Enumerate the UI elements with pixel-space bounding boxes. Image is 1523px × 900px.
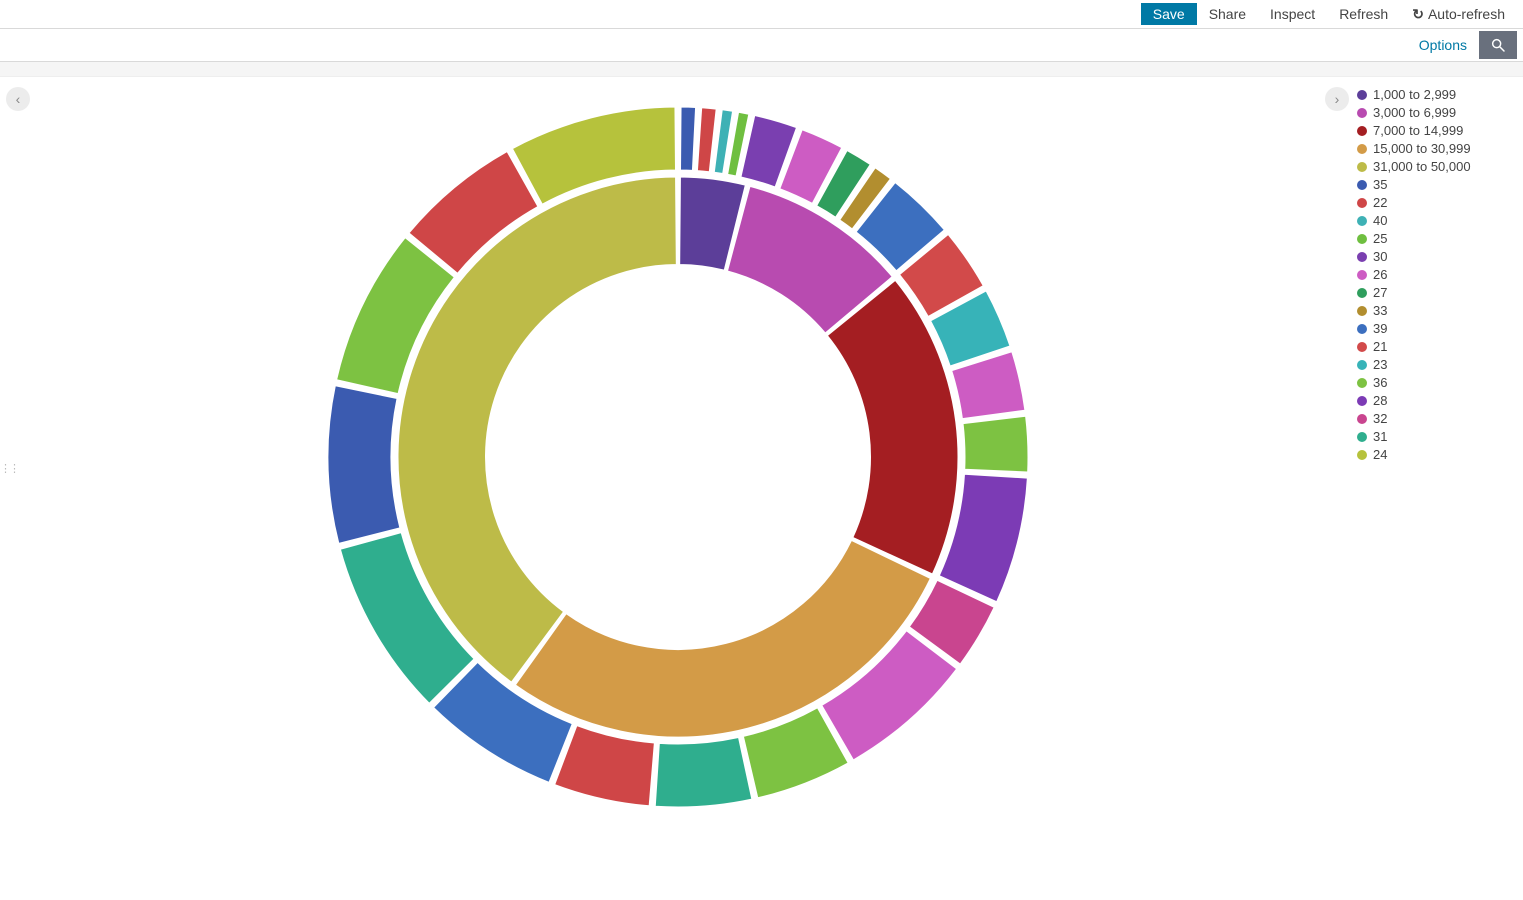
legend-item[interactable]: 35 <box>1357 177 1517 192</box>
chart-slice[interactable] <box>328 386 400 544</box>
search-icon <box>1490 37 1506 53</box>
legend-swatch <box>1357 126 1367 136</box>
legend-swatch <box>1357 450 1367 460</box>
legend-item[interactable]: 7,000 to 14,999 <box>1357 123 1517 138</box>
sub-toolbar: Options <box>0 29 1523 62</box>
legend-swatch <box>1357 432 1367 442</box>
legend-swatch <box>1357 396 1367 406</box>
legend-swatch <box>1357 306 1367 316</box>
legend-swatch <box>1357 414 1367 424</box>
legend-item[interactable]: 40 <box>1357 213 1517 228</box>
legend-item[interactable]: 36 <box>1357 375 1517 390</box>
legend-item[interactable]: 26 <box>1357 267 1517 282</box>
legend-label: 1,000 to 2,999 <box>1373 87 1456 102</box>
chart-next-button[interactable]: › <box>1325 87 1349 111</box>
legend-swatch <box>1357 378 1367 388</box>
legend-item[interactable]: 25 <box>1357 231 1517 246</box>
legend-label: 35 <box>1373 177 1387 192</box>
legend-item[interactable]: 21 <box>1357 339 1517 354</box>
chart-legend: 1,000 to 2,999 3,000 to 6,999 7,000 to 14,… <box>1349 87 1517 847</box>
legend-swatch <box>1357 108 1367 118</box>
legend-swatch <box>1357 162 1367 172</box>
legend-swatch <box>1357 252 1367 262</box>
legend-swatch <box>1357 288 1367 298</box>
top-toolbar: Save Share Inspect Refresh ↻Auto-refresh <box>0 0 1523 29</box>
chart-slice[interactable] <box>680 107 695 170</box>
refresh-button[interactable]: Refresh <box>1327 3 1400 25</box>
legend-swatch <box>1357 90 1367 100</box>
legend-item[interactable]: 32 <box>1357 411 1517 426</box>
legend-label: 39 <box>1373 321 1387 336</box>
legend-swatch <box>1357 270 1367 280</box>
inspect-button[interactable]: Inspect <box>1258 3 1327 25</box>
legend-label: 31,000 to 50,000 <box>1373 159 1471 174</box>
legend-item[interactable]: 27 <box>1357 285 1517 300</box>
legend-label: 27 <box>1373 285 1387 300</box>
auto-refresh-button[interactable]: ↻Auto-refresh <box>1400 3 1517 26</box>
legend-label: 22 <box>1373 195 1387 210</box>
save-button[interactable]: Save <box>1141 3 1197 25</box>
legend-swatch <box>1357 342 1367 352</box>
legend-item[interactable]: 31,000 to 50,000 <box>1357 159 1517 174</box>
legend-item[interactable]: 23 <box>1357 357 1517 372</box>
refresh-icon: ↻ <box>1412 6 1424 22</box>
legend-item[interactable]: 22 <box>1357 195 1517 210</box>
legend-label: 26 <box>1373 267 1387 282</box>
legend-label: 28 <box>1373 393 1387 408</box>
legend-label: 25 <box>1373 231 1387 246</box>
legend-label: 7,000 to 14,999 <box>1373 123 1463 138</box>
legend-label: 23 <box>1373 357 1387 372</box>
donut-chart[interactable] <box>30 87 1325 847</box>
options-button[interactable]: Options <box>1407 37 1479 53</box>
share-button[interactable]: Share <box>1197 3 1258 25</box>
legend-swatch <box>1357 198 1367 208</box>
search-button[interactable] <box>1479 31 1517 59</box>
chart-slice[interactable] <box>697 108 716 172</box>
chevron-left-icon: ‹ <box>16 91 21 107</box>
legend-item[interactable]: 28 <box>1357 393 1517 408</box>
legend-swatch <box>1357 234 1367 244</box>
legend-label: 24 <box>1373 447 1387 462</box>
filter-bar-placeholder <box>0 62 1523 77</box>
chart-slice[interactable] <box>554 726 654 806</box>
legend-swatch <box>1357 360 1367 370</box>
chart-slice[interactable] <box>655 738 752 807</box>
legend-item[interactable]: 31 <box>1357 429 1517 444</box>
legend-item[interactable]: 33 <box>1357 303 1517 318</box>
legend-label: 31 <box>1373 429 1387 444</box>
legend-label: 30 <box>1373 249 1387 264</box>
legend-label: 40 <box>1373 213 1387 228</box>
legend-item[interactable]: 24 <box>1357 447 1517 462</box>
legend-label: 36 <box>1373 375 1387 390</box>
drag-handle-icon[interactable]: ⋮⋮ <box>0 462 18 475</box>
legend-item[interactable]: 3,000 to 6,999 <box>1357 105 1517 120</box>
legend-swatch <box>1357 180 1367 190</box>
legend-swatch <box>1357 324 1367 334</box>
legend-item[interactable]: 30 <box>1357 249 1517 264</box>
legend-item[interactable]: 1,000 to 2,999 <box>1357 87 1517 102</box>
visualization-area: ⋮⋮ ‹ › 1,000 to 2,999 3,000 to 6,999 7,000… <box>0 77 1523 847</box>
legend-label: 15,000 to 30,999 <box>1373 141 1471 156</box>
legend-label: 32 <box>1373 411 1387 426</box>
auto-refresh-label: Auto-refresh <box>1428 6 1505 22</box>
legend-swatch <box>1357 216 1367 226</box>
legend-item[interactable]: 15,000 to 30,999 <box>1357 141 1517 156</box>
chart-prev-button[interactable]: ‹ <box>6 87 30 111</box>
legend-item[interactable]: 39 <box>1357 321 1517 336</box>
legend-label: 21 <box>1373 339 1387 354</box>
legend-swatch <box>1357 144 1367 154</box>
legend-label: 3,000 to 6,999 <box>1373 105 1456 120</box>
chart-slice[interactable] <box>963 416 1028 472</box>
chevron-right-icon: › <box>1335 91 1340 107</box>
legend-label: 33 <box>1373 303 1387 318</box>
